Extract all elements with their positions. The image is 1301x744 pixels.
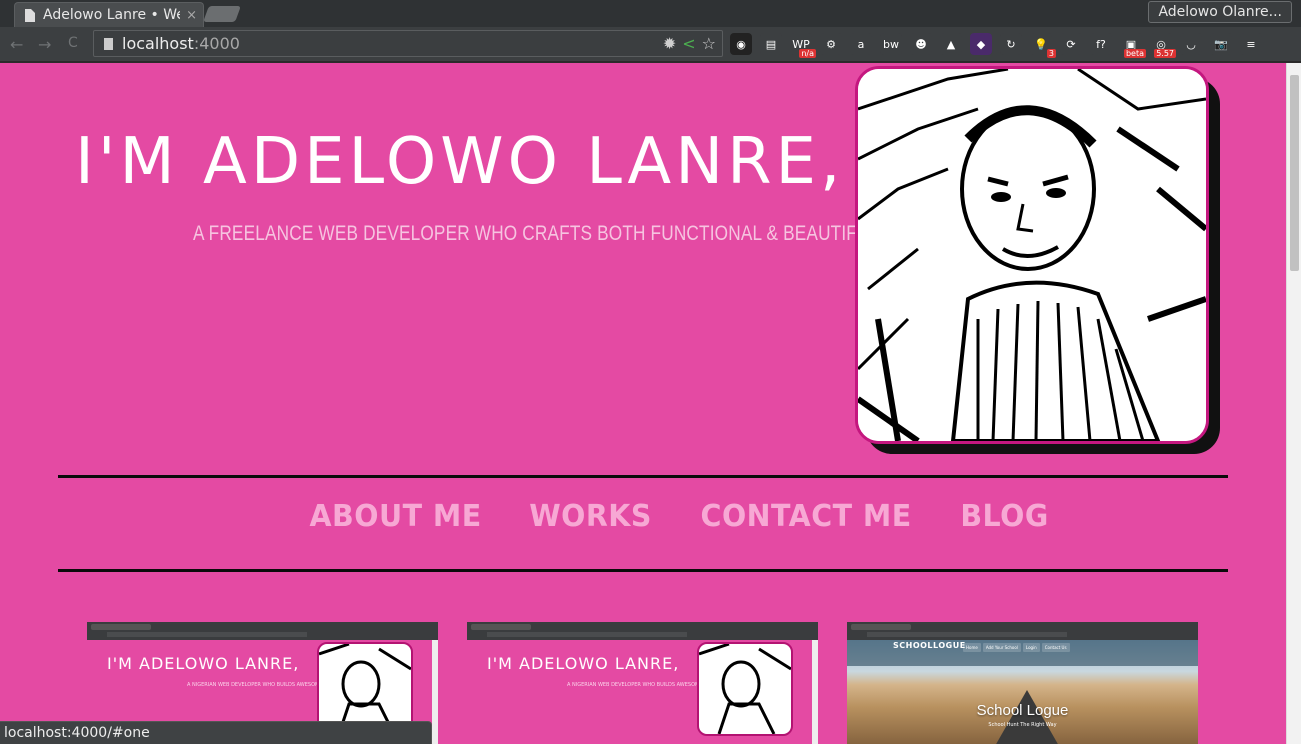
schoollogue-title: School Logue — [976, 702, 1069, 719]
bulb-icon-badge: 3 — [1046, 49, 1056, 58]
pocket-icon-glyph: ◡ — [1186, 37, 1196, 51]
bug-icon[interactable]: ✹ — [663, 34, 676, 53]
counter-icon-badge: 5.57 — [1154, 49, 1176, 58]
chrome-color-icon[interactable]: ◉ — [730, 33, 752, 55]
mini-title: I'M ADELOWO LANRE, — [487, 654, 680, 673]
nav-top-divider — [58, 475, 1228, 478]
gear-icon[interactable]: ⚙ — [820, 33, 842, 55]
address-bar[interactable]: localhost:4000 ✹ < ☆ — [93, 30, 723, 57]
beta-icon[interactable]: ▣ beta — [1120, 33, 1146, 58]
chrome-color-icon-glyph: ◉ — [736, 37, 746, 51]
wp-icon-badge: n/a — [799, 49, 816, 58]
status-bubble: localhost:4000/#one — [0, 721, 432, 744]
menu-icon-glyph: ≡ — [1246, 37, 1256, 51]
code-icon[interactable]: < — [682, 34, 695, 53]
sync-icon-glyph: ⟳ — [1066, 37, 1076, 51]
schoollogue-page: SCHOOLLOGUE Home Add Your School Login C… — [847, 640, 1198, 744]
tab-title: Adelowo Lanre • We — [43, 7, 181, 23]
portrait-illustration — [858, 69, 1206, 441]
reload-icon[interactable]: C — [68, 35, 78, 51]
url-text: localhost:4000 — [122, 34, 240, 53]
nav-blog[interactable]: BLOG — [960, 499, 1048, 534]
wp-icon[interactable]: WP n/a — [790, 33, 816, 58]
print-icon-glyph: ▤ — [765, 37, 777, 51]
face-icon[interactable]: ☻ — [910, 33, 932, 55]
mini-photo — [697, 642, 793, 736]
profile-button[interactable]: Adelowo Olanre... — [1148, 1, 1292, 23]
print-icon[interactable]: ▤ — [760, 33, 782, 55]
schoollogue-nav-home: Home — [963, 643, 981, 652]
beta-icon-badge: beta — [1123, 49, 1146, 58]
purple-square-icon-glyph: ◆ — [976, 37, 986, 51]
page-scrollbar[interactable] — [1286, 63, 1301, 744]
extensions-bar: ◉ ▤ WP n/a ⚙ a bw ☻ ▲ ◆ ↻ 💡 3 ⟳ f? ▣ beta ◎ 5.57 ◡ 📷 ≡ — [730, 33, 1262, 58]
browser-tab[interactable]: Adelowo Lanre • We × — [14, 2, 204, 27]
tab-close-icon[interactable]: × — [186, 8, 197, 23]
refresh-ext-icon-glyph: ↻ — [1006, 37, 1016, 51]
function-icon[interactable]: f? — [1090, 33, 1112, 55]
main-nav: ABOUT ME WORKS CONTACT ME BLOG — [0, 499, 1286, 534]
camera-icon-glyph: 📷 — [1214, 37, 1228, 51]
mini-browser-bar — [467, 622, 818, 640]
nav-contact-me[interactable]: CONTACT ME — [701, 499, 912, 534]
camera-icon[interactable]: 📷 — [1210, 33, 1232, 55]
page-icon — [25, 8, 35, 22]
analytics-icon[interactable]: ▲ — [940, 33, 962, 55]
nav-bottom-divider — [58, 569, 1228, 572]
mini-title: I'M ADELOWO LANRE, — [107, 654, 300, 673]
schoollogue-logo: SCHOOLLOGUE — [893, 641, 966, 650]
menu-icon[interactable]: ≡ — [1240, 33, 1262, 55]
face-icon-glyph: ☻ — [915, 37, 927, 51]
amazon-icon-glyph: a — [857, 37, 865, 51]
purple-square-icon[interactable]: ◆ — [970, 33, 992, 55]
new-tab-button[interactable] — [203, 6, 241, 22]
counter-icon[interactable]: ◎ 5.57 — [1150, 33, 1176, 58]
amazon-icon[interactable]: a — [850, 33, 872, 55]
omnibox-actions: ✹ < ☆ — [663, 34, 716, 53]
scrollbar-thumb[interactable] — [1290, 75, 1299, 271]
bw-icon-glyph: bw — [883, 37, 899, 51]
tab-strip: Adelowo Lanre • We × Adelowo Olanre... — [0, 0, 1301, 27]
hero-title: I'M ADELOWO LANRE, — [75, 125, 845, 199]
work-thumbnail-3[interactable]: SCHOOLLOGUE Home Add Your School Login C… — [847, 622, 1198, 744]
nav-about-me[interactable]: ABOUT ME — [310, 499, 482, 534]
forward-arrow-icon[interactable]: → — [38, 35, 51, 54]
bw-icon[interactable]: bw — [880, 33, 902, 55]
star-icon[interactable]: ☆ — [702, 34, 716, 53]
mini-scrollbar — [812, 640, 818, 744]
mini-page: I'M ADELOWO LANRE, A NIGERIAN WEB DEVELO… — [467, 640, 818, 744]
refresh-ext-icon[interactable]: ↻ — [1000, 33, 1022, 55]
pocket-icon[interactable]: ◡ — [1180, 33, 1202, 55]
schoollogue-nav: Home Add Your School Login Contact Us — [963, 643, 1070, 652]
mini-browser-bar — [87, 622, 438, 640]
mini-scrollbar — [432, 640, 438, 744]
url-port: :4000 — [193, 34, 240, 53]
schoollogue-nav-login: Login — [1022, 643, 1040, 652]
schoollogue-nav-contact: Contact Us — [1041, 643, 1070, 652]
work-thumbnail-2[interactable]: I'M ADELOWO LANRE, A NIGERIAN WEB DEVELO… — [467, 622, 818, 744]
nav-works[interactable]: WORKS — [530, 499, 653, 534]
schoollogue-nav-add: Add Your School — [982, 643, 1021, 652]
function-icon-glyph: f? — [1096, 37, 1106, 51]
analytics-icon-glyph: ▲ — [946, 37, 956, 51]
gear-icon-glyph: ⚙ — [826, 37, 836, 51]
page-content: I'M ADELOWO LANRE, A FREELANCE WEB DEVEL… — [0, 63, 1286, 744]
url-host: localhost — [122, 34, 194, 53]
bulb-icon[interactable]: 💡 3 — [1030, 33, 1056, 58]
sync-icon[interactable]: ⟳ — [1060, 33, 1082, 55]
mini-browser-bar — [847, 622, 1198, 640]
bulb-icon-glyph: 💡 — [1034, 37, 1048, 51]
back-arrow-icon[interactable]: ← — [10, 35, 23, 54]
page-info-icon[interactable] — [104, 37, 113, 50]
profile-photo — [855, 66, 1209, 444]
schoollogue-tagline: School Hunt The Right Way — [988, 722, 1057, 728]
browser-toolbar: ← → C localhost:4000 ✹ < ☆ ◉ ▤ WP n/a ⚙ a bw ☻ ▲… — [0, 27, 1301, 62]
